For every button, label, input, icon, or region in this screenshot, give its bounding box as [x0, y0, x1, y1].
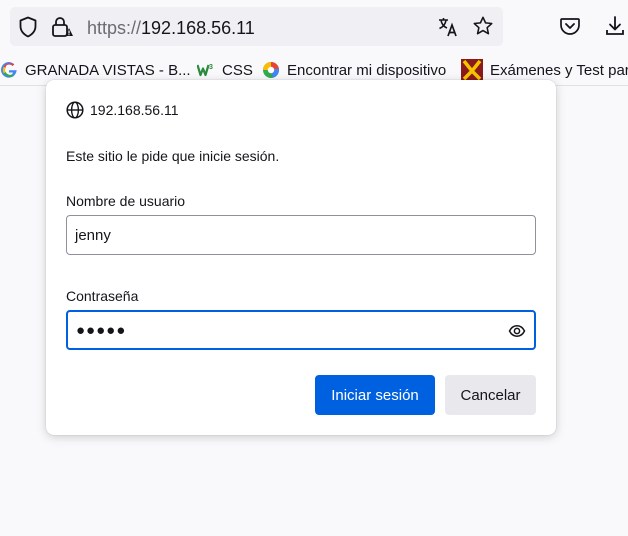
url-scheme: https:// — [87, 18, 142, 38]
globe-icon — [66, 101, 84, 119]
w3c-favicon: 3 — [197, 61, 215, 79]
svg-text:3: 3 — [209, 64, 213, 71]
translate-icon[interactable] — [436, 15, 460, 39]
star-icon[interactable] — [471, 14, 495, 38]
bookmark-label: CSS — [222, 61, 253, 79]
bookmark-granada-vistas[interactable]: GRANADA VISTAS - B... — [0, 60, 191, 80]
auth-dialog: 192.168.56.11 Este sitio le pide que ini… — [46, 80, 556, 435]
lock-warning-icon[interactable] — [50, 15, 74, 39]
url-text[interactable]: https://192.168.56.11 — [87, 17, 255, 39]
bookmark-label: Encontrar mi dispositivo — [287, 61, 447, 79]
bookmark-label: Exámenes y Test para — [490, 61, 628, 79]
pocket-icon[interactable] — [558, 14, 582, 38]
dialog-origin: 192.168.56.11 — [66, 101, 179, 119]
url-host: 192.168.56.11 — [141, 18, 255, 38]
bookmark-label: GRANADA VISTAS - B... — [25, 61, 191, 79]
password-mask: ●●●●● — [76, 321, 127, 339]
login-button[interactable]: Iniciar sesión — [315, 375, 435, 415]
username-label: Nombre de usuario — [66, 193, 186, 209]
find-device-favicon — [262, 61, 280, 79]
google-favicon — [0, 61, 18, 79]
url-bar[interactable] — [10, 7, 503, 46]
bookmark-css[interactable]: 3 CSS — [197, 60, 253, 80]
download-icon[interactable] — [603, 14, 627, 38]
username-field[interactable]: jenny — [66, 215, 536, 255]
password-field[interactable]: ●●●●● — [66, 310, 536, 350]
x-favicon — [461, 59, 483, 81]
username-value: jenny — [75, 226, 111, 244]
password-label: Contraseña — [66, 288, 139, 304]
dialog-origin-host: 192.168.56.11 — [90, 102, 179, 118]
cancel-button[interactable]: Cancelar — [445, 375, 536, 415]
browser-toolbar: https://192.168.56.11 — [0, 0, 628, 54]
bookmark-examenes-test[interactable]: Exámenes y Test para — [461, 59, 628, 81]
shield-icon[interactable] — [16, 15, 40, 39]
bookmark-encontrar-dispositivo[interactable]: Encontrar mi dispositivo — [262, 60, 446, 80]
reveal-password-eye-icon[interactable] — [508, 322, 526, 340]
dialog-message: Este sitio le pide que inicie sesión. — [66, 148, 280, 164]
